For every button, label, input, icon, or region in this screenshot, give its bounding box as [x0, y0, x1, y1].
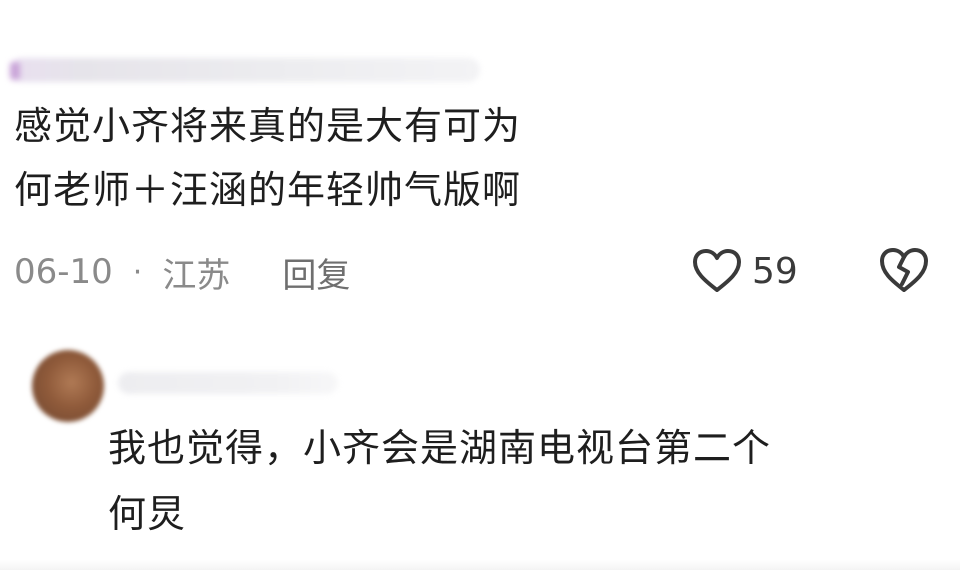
like-button[interactable]: 59	[692, 244, 798, 298]
reply-text-line-1: 我也觉得，小齐会是湖南电视台第二个	[108, 426, 772, 470]
like-count: 59	[752, 250, 798, 292]
broken-heart-icon[interactable]	[878, 246, 930, 298]
meta-separator: ·	[132, 254, 143, 290]
comment-date: 06-10	[14, 252, 113, 292]
bottom-edge	[0, 560, 960, 570]
reply-text-line-2: 何炅	[108, 492, 187, 536]
avatar[interactable]	[32, 350, 104, 422]
comment-meta-row: 06-10 · 江苏 回复	[14, 246, 350, 298]
comment-location: 江苏	[162, 255, 231, 296]
heart-outline-icon	[692, 248, 742, 294]
reply-username-blurred[interactable]	[118, 372, 338, 394]
comment-text-line-1: 感觉小齐将来真的是大有可为	[14, 104, 522, 148]
comment-text-line-2: 何老师＋汪涵的年轻帅气版啊	[14, 168, 522, 212]
reply-button[interactable]: 回复	[282, 248, 350, 297]
commenter-username-blurred[interactable]	[10, 58, 480, 82]
